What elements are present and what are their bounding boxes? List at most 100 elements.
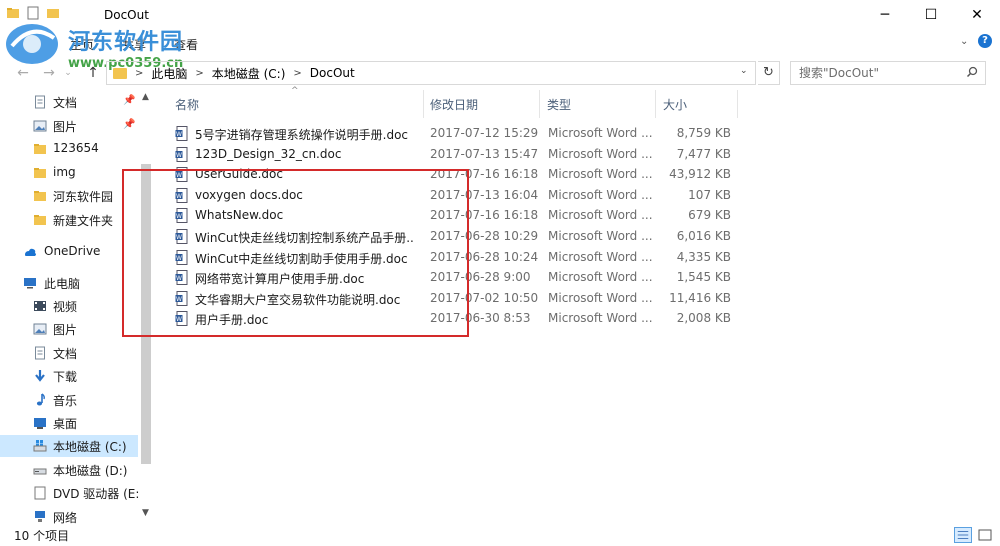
scroll-down-icon[interactable]: ▼ [142, 508, 149, 518]
column-divider[interactable] [655, 90, 656, 118]
status-bar: 10 个项目 [0, 524, 1000, 546]
windows-drive-icon [33, 440, 47, 452]
sidebar-item-3[interactable]: img [0, 162, 138, 184]
column-divider[interactable] [423, 90, 424, 118]
sidebar-item-label: 新建文件夹 [53, 213, 114, 228]
sidebar-item-label: 音乐 [53, 393, 78, 408]
file-name: 网络带宽计算用户使用手册.doc [195, 272, 365, 287]
download-icon [35, 370, 45, 382]
breadcrumb-drive-c[interactable]: 本地磁盘 (C:) [212, 65, 286, 82]
file-row[interactable]: W 用户手册.doc 2017-06-30 8:53 Microsoft Wor… [171, 308, 731, 328]
onedrive-icon [25, 248, 36, 256]
svg-text:W: W [176, 213, 182, 220]
file-name: 用户手册.doc [195, 313, 269, 328]
sidebar-item-pc-2[interactable]: 文档 [0, 342, 138, 364]
sidebar-item-4[interactable]: 河东软件园 [0, 185, 138, 207]
sidebar-item-1[interactable]: 图片 📌 [0, 115, 138, 137]
refresh-button[interactable]: ↻ [758, 61, 780, 85]
file-size: 679 KB [688, 208, 731, 223]
address-dropdown-button[interactable]: ⌄ [740, 66, 748, 76]
svg-text:W: W [176, 131, 182, 138]
sidebar-item-0[interactable]: 文档 📌 [0, 91, 138, 113]
file-type: Microsoft Word ... [548, 270, 653, 285]
sidebar-item-pc-5[interactable]: 桌面 [0, 412, 138, 434]
file-row[interactable]: W 网络带宽计算用户使用手册.doc 2017-06-28 9:00 Micro… [171, 267, 731, 287]
file-date: 2017-07-13 16:04 [430, 187, 539, 202]
sidebar-item-label: 文档 [53, 346, 78, 361]
word-document-icon: W [175, 146, 188, 162]
sidebar-item-pc-0[interactable]: 视频 [0, 295, 138, 317]
file-row[interactable]: W WinCut中走丝线切割助手使用手册.doc 2017-06-28 10:2… [171, 247, 731, 267]
sidebar-item-label: 此电脑 [44, 277, 81, 291]
navigation-pane: 文档 📌 图片 📌 123654 img 河东软件园 新建文件夹 OneDriv… [0, 88, 153, 525]
document-icon [35, 95, 45, 109]
large-icons-view-icon[interactable] [976, 527, 994, 543]
file-row[interactable]: W 123D_Design_32_cn.doc 2017-07-13 15:47… [171, 144, 731, 164]
up-button[interactable]: ↑ [84, 64, 102, 82]
column-header-size[interactable]: 大小 [663, 96, 687, 113]
file-row[interactable]: W UserGuide.doc 2017-07-16 16:18 Microso… [171, 164, 731, 184]
sidebar-item-pc-8[interactable]: DVD 驱动器 (E:) [0, 482, 144, 504]
breadcrumb-docout[interactable]: DocOut [310, 66, 355, 80]
file-row[interactable]: W 5号字进销存管理系统操作说明手册.doc 2017-07-12 15:29 … [171, 123, 731, 143]
sidebar-item-pc-4[interactable]: 音乐 [0, 389, 138, 411]
word-document-icon: W [175, 208, 188, 224]
network-icon [35, 510, 45, 522]
pin-icon[interactable]: 📌 [123, 95, 135, 106]
file-type: Microsoft Word ... [548, 167, 653, 182]
sidebar-item-this-pc[interactable]: 此电脑 [0, 272, 138, 294]
sidebar-item-2[interactable]: 123654 [0, 138, 138, 160]
sort-ascending-icon: ^ [291, 86, 299, 96]
column-header-date[interactable]: 修改日期 [430, 96, 478, 113]
file-date: 2017-06-30 8:53 [430, 311, 531, 326]
sidebar-item-label: 123654 [53, 141, 99, 155]
expand-ribbon-icon[interactable]: ⌄ [960, 36, 968, 47]
word-document-icon: W [175, 249, 188, 265]
scroll-up-icon[interactable]: ▲ [142, 92, 149, 102]
sidebar-item-pc-7[interactable]: 本地磁盘 (D:) [0, 459, 138, 481]
pictures-icon [33, 323, 47, 335]
svg-text:W: W [176, 193, 182, 200]
svg-text:W: W [176, 255, 182, 262]
back-button[interactable]: ← [14, 64, 32, 82]
address-bar[interactable]: > 此电脑 > 本地磁盘 (C:) > DocOut [106, 61, 756, 85]
sidebar-item-pc-3[interactable]: 下载 [0, 365, 138, 387]
search-icon[interactable] [966, 66, 978, 78]
sidebar-item-5[interactable]: 新建文件夹 [0, 209, 138, 231]
file-date: 2017-07-16 16:18 [430, 167, 539, 182]
pin-icon[interactable]: 📌 [123, 119, 135, 130]
file-row[interactable]: W WinCut快走丝线切割控制系统产品手册.... 2017-06-28 10… [171, 226, 731, 246]
word-document-icon: W [175, 290, 188, 306]
drive-icon [33, 468, 47, 475]
file-row[interactable]: W WhatsNew.doc 2017-07-16 16:18 Microsof… [171, 205, 731, 225]
maximize-button[interactable]: ☐ [908, 0, 954, 30]
sidebar-item-onedrive[interactable]: OneDrive [0, 241, 138, 263]
breadcrumb-this-pc[interactable]: 此电脑 [151, 65, 187, 82]
file-row[interactable]: W 文华睿期大户室交易软件功能说明.doc 2017-07-02 10:50 M… [171, 288, 731, 308]
scrollbar-thumb[interactable] [141, 164, 151, 464]
help-icon[interactable]: ? [978, 34, 992, 48]
word-document-icon: W [175, 311, 188, 327]
sidebar-item-label: 图片 [53, 119, 78, 134]
file-name: 文华睿期大户室交易软件功能说明.doc [195, 292, 401, 307]
details-view-icon[interactable] [954, 527, 972, 543]
navigation-scrollbar[interactable]: ▲ ▼ [139, 88, 153, 524]
file-type: Microsoft Word ... [548, 290, 653, 305]
file-row[interactable]: W voxygen docs.doc 2017-07-13 16:04 Micr… [171, 185, 731, 205]
column-header-name[interactable]: 名称 [175, 96, 199, 113]
search-input[interactable]: 搜索"DocOut" [790, 61, 986, 85]
sidebar-item-label: OneDrive [44, 244, 101, 258]
recent-locations-button[interactable]: ⌄ [62, 64, 74, 82]
column-divider[interactable] [737, 90, 738, 118]
column-divider[interactable] [539, 90, 540, 118]
folder-icon [34, 214, 46, 225]
sidebar-item-pc-1[interactable]: 图片 [0, 318, 138, 340]
forward-button[interactable]: → [40, 64, 58, 82]
minimize-button[interactable]: ─ [862, 0, 908, 30]
svg-text:W: W [176, 316, 182, 323]
sidebar-item-pc-6[interactable]: 本地磁盘 (C:) [0, 435, 138, 458]
close-button[interactable]: ✕ [954, 0, 1000, 30]
word-document-icon: W [175, 126, 188, 141]
file-date: 2017-07-16 16:18 [430, 208, 539, 223]
column-header-type[interactable]: 类型 [547, 96, 571, 113]
